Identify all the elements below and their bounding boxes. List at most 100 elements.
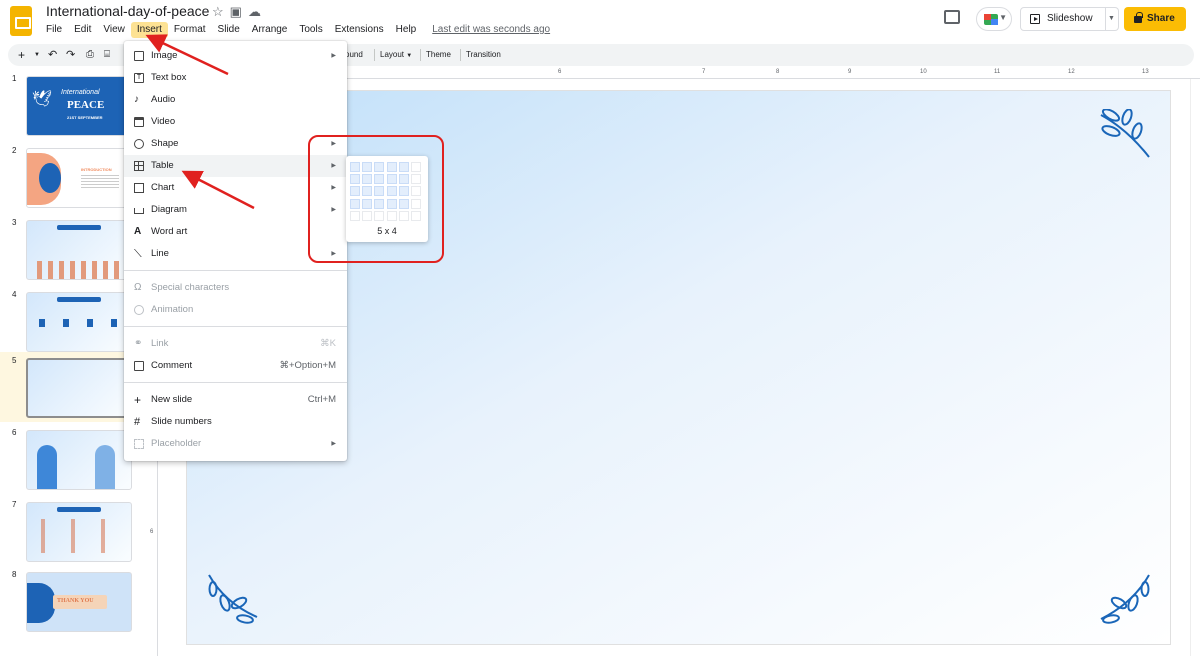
slides-logo[interactable] <box>10 6 32 36</box>
slide-thumbnail[interactable]: 🕊 International PEACE 21ST SEPTEMBER <box>26 76 132 136</box>
transition-button[interactable]: Transition <box>466 44 501 66</box>
chart-icon <box>134 183 144 193</box>
chevron-down-icon[interactable]: ▼ <box>34 44 40 66</box>
menu-item-special-characters[interactable]: Ω Special characters <box>124 277 347 299</box>
menu-help[interactable]: Help <box>390 22 423 38</box>
slide-number: 1 <box>12 74 17 83</box>
slideshow-label: Slideshow <box>1047 13 1093 24</box>
background-button[interactable]: ound <box>345 44 363 66</box>
ruler-tick: 11 <box>994 69 1001 75</box>
animation-icon <box>134 305 144 315</box>
slide-thumbnail-row[interactable]: 5 <box>0 352 140 422</box>
share-label: Share <box>1147 13 1175 24</box>
layout-button[interactable]: Layout ▼ <box>380 44 412 66</box>
menu-file[interactable]: File <box>40 22 68 38</box>
menu-item-comment[interactable]: Comment ⌘+Option+M <box>124 355 347 377</box>
menu-divider <box>124 382 347 383</box>
ruler-tick: 12 <box>1068 69 1075 75</box>
leaf-branch-decoration <box>208 574 258 624</box>
slide-thumbnail-row[interactable]: 8 THANK YOU <box>0 566 140 636</box>
shape-icon <box>134 139 144 149</box>
table-icon <box>134 161 144 171</box>
cloud-icon[interactable]: ☁ <box>248 4 267 19</box>
document-title[interactable]: International-day-of-peace <box>46 3 209 19</box>
slide-thumbnail-row[interactable]: 7 <box>0 496 140 566</box>
chevron-down-icon: ▼ <box>999 13 1007 22</box>
slide-thumbnail-row[interactable]: 1 🕊 International PEACE 21ST SEPTEMBER <box>0 70 140 140</box>
vertical-scrollbar[interactable] <box>1190 79 1200 656</box>
redo-icon[interactable]: ↷ <box>66 44 75 66</box>
diagram-icon <box>134 208 144 214</box>
submenu-arrow-icon: ▶ <box>331 441 336 447</box>
slide-thumbnail[interactable] <box>26 292 132 352</box>
slide-thumbnail-row[interactable]: 2 INTRODUCTION <box>0 142 140 212</box>
menu-bar: File Edit View Insert Format Slide Arran… <box>40 22 556 40</box>
menu-item-label: Placeholder <box>151 438 202 449</box>
menu-insert[interactable]: Insert <box>130 22 168 38</box>
menu-tools[interactable]: Tools <box>293 22 328 38</box>
meet-button[interactable]: ▼ <box>976 7 1012 31</box>
slide-thumbnail[interactable] <box>26 430 132 490</box>
slide-thumbnail-row[interactable]: 4 <box>0 286 140 356</box>
menu-item-label: New slide <box>151 394 193 405</box>
lock-icon <box>1134 12 1143 23</box>
slide-thumbnail[interactable] <box>26 502 132 562</box>
slide-number: 7 <box>12 500 17 509</box>
menu-item-audio[interactable]: ♪ Audio <box>124 89 347 111</box>
menu-edit[interactable]: Edit <box>68 22 97 38</box>
slideshow-button[interactable]: Slideshow <box>1020 7 1106 31</box>
menu-item-video[interactable]: Video <box>124 111 347 133</box>
slide-thumbnail-selected[interactable] <box>26 358 132 418</box>
word-art-icon: A <box>134 226 142 237</box>
slideshow-dropdown-button[interactable]: ▼ <box>1105 7 1119 31</box>
submenu-arrow-icon: ▶ <box>331 53 336 59</box>
menu-item-placeholder[interactable]: Placeholder ▶ <box>124 433 347 455</box>
print-icon[interactable]: ⎙ <box>86 44 94 66</box>
link-icon: ⚭ <box>134 338 143 349</box>
slide-thumbnail-row[interactable]: 3 <box>0 214 140 284</box>
menu-view[interactable]: View <box>97 22 131 38</box>
last-edit-link[interactable]: Last edit was seconds ago <box>426 22 556 38</box>
present-icon <box>1030 14 1040 24</box>
menu-item-label: Word art <box>151 226 188 237</box>
share-button[interactable]: Share <box>1124 7 1186 31</box>
menu-item-animation[interactable]: Animation <box>124 299 347 321</box>
dove-icon: 🕊 <box>32 91 53 108</box>
slide-subtitle: 21ST SEPTEMBER <box>67 115 103 120</box>
ruler-tick: 6 <box>150 529 154 535</box>
menu-item-label: Table <box>151 160 174 171</box>
menu-item-link[interactable]: ⚭ Link ⌘K <box>124 333 347 355</box>
comment-history-icon[interactable] <box>944 10 960 24</box>
menu-item-image[interactable]: Image ▶ <box>124 45 347 67</box>
new-slide-plus-icon[interactable]: + <box>18 44 25 66</box>
menu-extensions[interactable]: Extensions <box>329 22 390 38</box>
slide-number: 3 <box>12 218 17 227</box>
move-folder-icon[interactable]: ▣ <box>230 4 248 19</box>
menu-item-label: Line <box>151 248 169 259</box>
menu-arrange[interactable]: Arrange <box>246 22 294 38</box>
ruler-tick: 7 <box>702 69 706 75</box>
slide-thumbnail[interactable] <box>26 220 132 280</box>
paint-format-icon[interactable]: ⌸ <box>104 44 110 66</box>
omega-icon: Ω <box>134 282 142 293</box>
slide-number: 8 <box>12 570 17 579</box>
menu-item-label: Audio <box>151 94 176 105</box>
image-icon <box>134 51 144 61</box>
slide-thumbnail[interactable]: THANK YOU <box>26 572 132 632</box>
leaf-branch-decoration <box>1100 574 1150 624</box>
shortcut-label: ⌘+Option+M <box>279 360 337 371</box>
menu-format[interactable]: Format <box>168 22 212 38</box>
menu-slide[interactable]: Slide <box>212 22 246 38</box>
star-icon[interactable]: ☆ <box>212 4 230 19</box>
slide-thumbnail-row[interactable]: 6 <box>0 424 140 494</box>
ruler-tick: 13 <box>1142 69 1149 75</box>
slide-thumbnail[interactable]: INTRODUCTION <box>26 148 132 208</box>
menu-item-label: Diagram <box>151 204 187 215</box>
theme-button[interactable]: Theme <box>426 44 451 66</box>
menu-item-new-slide[interactable]: + New slide Ctrl+M <box>124 389 347 411</box>
menu-item-label: Chart <box>151 182 175 193</box>
menu-item-text-box[interactable]: T Text box <box>124 67 347 89</box>
menu-item-slide-numbers[interactable]: # Slide numbers <box>124 411 347 433</box>
annotation-highlight-box <box>308 135 444 263</box>
undo-icon[interactable]: ↶ <box>48 44 57 66</box>
